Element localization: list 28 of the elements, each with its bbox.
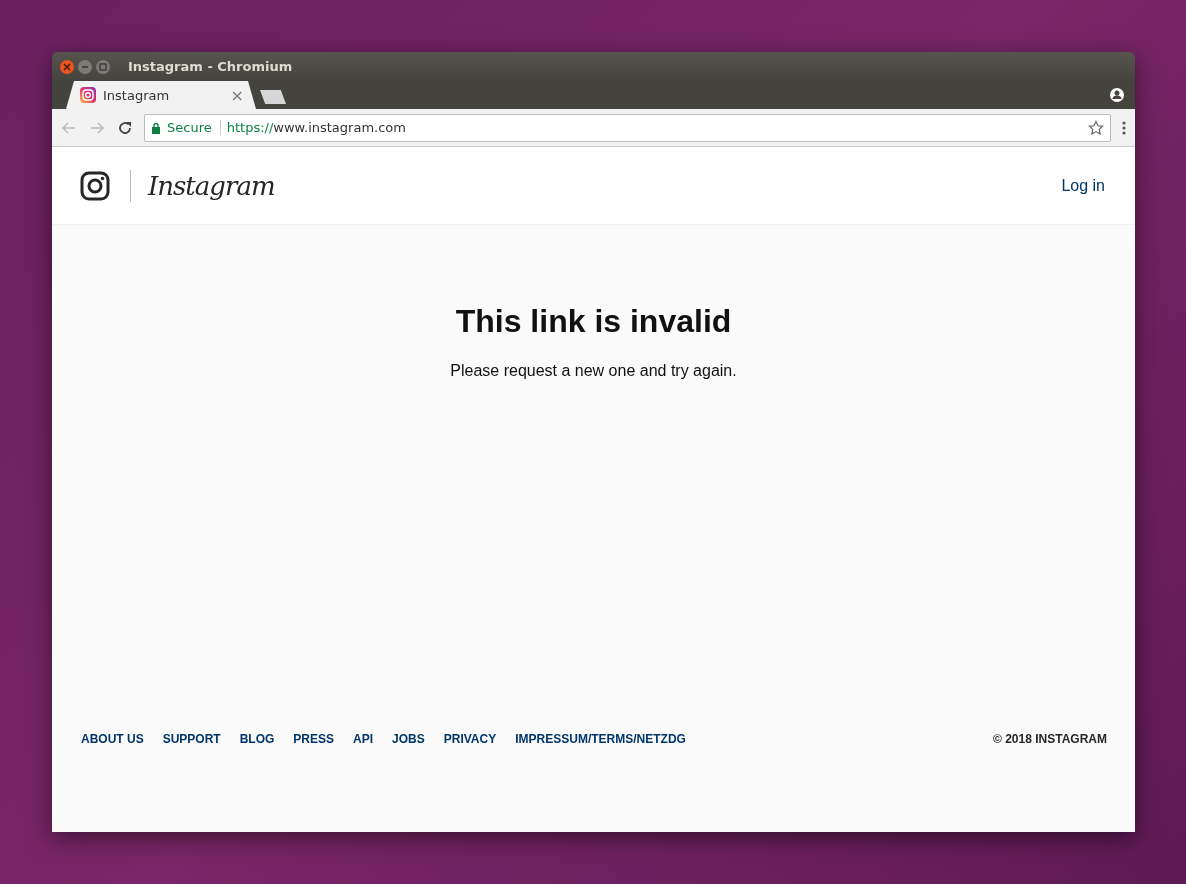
footer-link[interactable]: ABOUT US bbox=[81, 732, 144, 746]
footer-link[interactable]: PRIVACY bbox=[443, 732, 497, 746]
footer-link[interactable]: JOBS bbox=[392, 732, 425, 746]
footer-link[interactable]: SUPPORT bbox=[162, 732, 221, 746]
camera-icon[interactable] bbox=[80, 170, 110, 201]
footer-link[interactable]: IMPRESSUM/TERMS/NETZDG bbox=[515, 732, 686, 746]
footer-link[interactable]: API bbox=[353, 732, 374, 746]
login-link[interactable]: Log in bbox=[1061, 176, 1105, 195]
star-icon[interactable] bbox=[1088, 119, 1104, 136]
maximize-icon bbox=[99, 62, 107, 71]
close-button[interactable] bbox=[60, 59, 74, 74]
menu-icon[interactable] bbox=[1121, 119, 1127, 136]
camera-icon bbox=[80, 87, 96, 103]
url-text: https://www.instagram.com bbox=[226, 120, 407, 135]
heading: This link is invalid bbox=[455, 303, 732, 340]
footer-link[interactable]: BLOG bbox=[239, 732, 275, 746]
new-tab-button[interactable] bbox=[260, 90, 286, 104]
close-icon bbox=[63, 62, 71, 71]
footer-link[interactable]: PRESS bbox=[293, 732, 335, 746]
address-bar[interactable]: Secure https://www.instagram.com bbox=[144, 113, 1111, 142]
user-icon[interactable] bbox=[1107, 85, 1127, 105]
window-title: Instagram - Chromium bbox=[128, 59, 293, 74]
copyright-text: © 2018 INSTAGRAM bbox=[993, 732, 1107, 746]
message-text: Please request a new one and try again. bbox=[450, 362, 737, 380]
lock-icon bbox=[151, 121, 161, 134]
browser-tab[interactable]: Instagram × bbox=[66, 81, 256, 109]
logo-wordmark[interactable]: Instagram bbox=[148, 170, 1062, 201]
secure-label: Secure bbox=[167, 120, 212, 135]
